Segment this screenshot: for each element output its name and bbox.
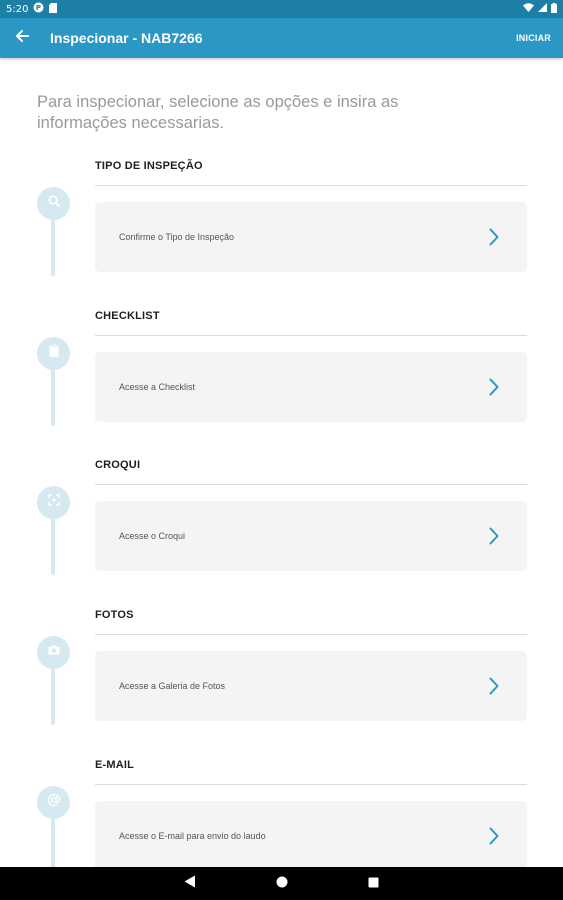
divider xyxy=(95,335,527,336)
sim-card-icon xyxy=(49,2,58,16)
divider xyxy=(95,634,527,635)
signal-icon xyxy=(538,3,547,15)
app-notification-icon: P xyxy=(33,2,44,16)
step-card-label: Acesse a Galeria de Fotos xyxy=(119,681,226,691)
chevron-right-icon xyxy=(489,228,499,246)
nav-recents-button[interactable] xyxy=(367,877,381,891)
step-card-fotos[interactable]: Acesse a Galeria de Fotos xyxy=(95,651,527,721)
wifi-icon xyxy=(523,3,534,15)
system-nav-bar xyxy=(0,867,563,900)
chevron-right-icon xyxy=(489,827,499,845)
step-title: CROQUI xyxy=(95,459,141,471)
step-title: CHECKLIST xyxy=(95,310,160,322)
step-card-label: Confirme o Tipo de Inspeção xyxy=(119,232,235,242)
timeline-connector xyxy=(51,219,55,276)
search-icon xyxy=(47,194,61,213)
page-title: Inspecionar - NAB7266 xyxy=(50,30,203,46)
back-triangle-icon xyxy=(184,875,196,893)
start-button[interactable]: INICIAR xyxy=(516,33,551,43)
step-checklist: CHECKLIST Acesse a Checklist xyxy=(0,310,563,460)
camera-icon xyxy=(47,643,61,662)
step-node xyxy=(37,636,70,669)
step-card-croqui[interactable]: Acesse o Croqui xyxy=(95,501,527,571)
status-bar: 5:20 P xyxy=(0,0,563,18)
timeline-connector xyxy=(51,668,55,725)
step-card-label: Acesse o E-mail para envio do laudo xyxy=(119,831,266,841)
back-button[interactable] xyxy=(2,18,42,58)
step-title: E-MAIL xyxy=(95,759,135,771)
divider xyxy=(95,784,527,785)
step-card-label: Acesse o Croqui xyxy=(119,531,186,541)
step-fotos: FOTOS Acesse a Galeria de Fotos xyxy=(0,609,563,759)
intro-text: Para inspecionar, selecione as opções e … xyxy=(37,93,399,132)
step-tipo-inspecao: TIPO DE INSPEÇÃO Confirme o Tipo de Insp… xyxy=(0,160,563,310)
sketch-frame-icon xyxy=(47,493,61,512)
svg-text:P: P xyxy=(36,4,41,12)
timeline-connector xyxy=(51,518,55,575)
divider xyxy=(95,185,527,186)
home-circle-icon xyxy=(276,875,288,893)
step-card-label: Acesse a Checklist xyxy=(119,382,196,392)
status-time: 5:20 xyxy=(6,3,29,15)
at-sign-icon xyxy=(47,793,61,812)
step-card-checklist[interactable]: Acesse a Checklist xyxy=(95,352,527,422)
timeline-connector xyxy=(51,369,55,426)
step-title: FOTOS xyxy=(95,609,134,621)
arrow-left-icon xyxy=(15,29,29,48)
clipboard-icon xyxy=(47,344,61,363)
step-node xyxy=(37,187,70,220)
step-card-tipo-inspecao[interactable]: Confirme o Tipo de Inspeção xyxy=(95,202,527,272)
app-bar: Inspecionar - NAB7266 INICIAR xyxy=(0,18,563,58)
step-node xyxy=(37,786,70,819)
divider xyxy=(95,484,527,485)
step-node xyxy=(37,337,70,370)
chevron-right-icon xyxy=(489,378,499,396)
battery-icon xyxy=(551,2,557,16)
step-croqui: CROQUI Acesse o Croqui xyxy=(0,459,563,609)
step-card-email[interactable]: Acesse o E-mail para envio do laudo xyxy=(95,801,527,871)
chevron-right-icon xyxy=(489,677,499,695)
step-node xyxy=(37,486,70,519)
step-title: TIPO DE INSPEÇÃO xyxy=(95,160,203,172)
nav-back-button[interactable] xyxy=(183,875,197,893)
nav-home-button[interactable] xyxy=(275,875,289,893)
recents-square-icon xyxy=(368,875,379,893)
chevron-right-icon xyxy=(489,527,499,545)
